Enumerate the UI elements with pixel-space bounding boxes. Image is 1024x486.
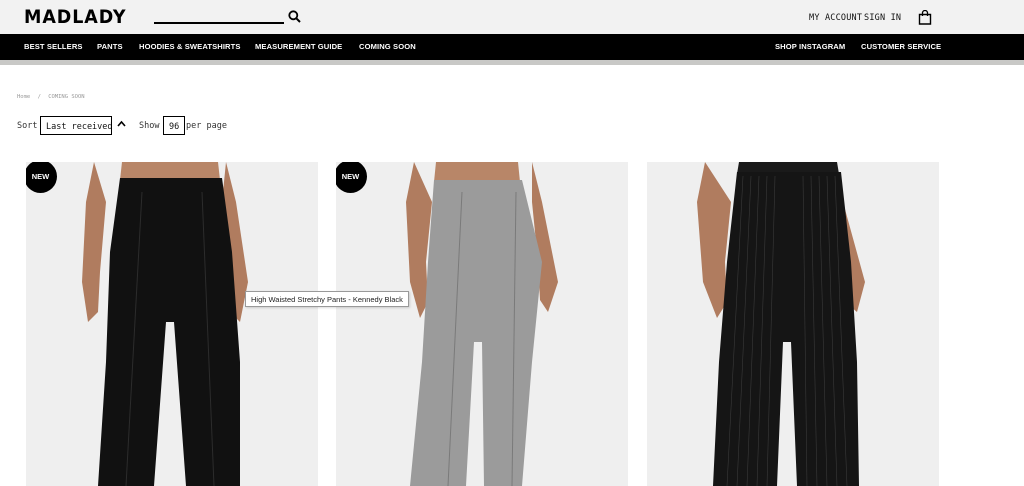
show-label: Show [139, 121, 160, 131]
nav-item-coming-soon[interactable]: COMING SOON [359, 42, 416, 51]
breadcrumb-current: COMING SOON [48, 94, 85, 100]
per-page-label: per page [186, 121, 227, 131]
nav-item-measurement-guide[interactable]: MEASUREMENT GUIDE [255, 42, 342, 51]
product-card[interactable] [647, 162, 939, 486]
sort-label: Sort [17, 121, 38, 131]
search-icon[interactable] [288, 10, 301, 23]
product-image-grey-pants[interactable] [336, 162, 628, 486]
product-card[interactable]: NEW [26, 162, 318, 486]
nav-item-customer-service[interactable]: CUSTOMER SERVICE [861, 42, 941, 51]
brand-logo[interactable]: MADLADY [24, 6, 126, 28]
nav-item-pants[interactable]: PANTS [97, 42, 123, 51]
breadcrumb-separator: / [37, 94, 41, 100]
search-input[interactable] [154, 22, 284, 24]
sign-in-link[interactable]: SIGN IN [864, 13, 901, 23]
product-image-pinstripe-pants[interactable] [647, 162, 939, 486]
main-nav: BEST SELLERS PANTS HOODIES & SWEATSHIRTS… [0, 34, 1024, 60]
sort-direction-icon[interactable] [117, 120, 126, 127]
breadcrumb: Home / COMING SOON [17, 94, 89, 100]
sort-select[interactable]: Last received [40, 116, 112, 135]
nav-item-best-sellers[interactable]: BEST SELLERS [24, 42, 83, 51]
product-image-black-pants[interactable] [26, 162, 318, 486]
shopping-bag-icon[interactable] [918, 10, 932, 25]
nav-item-shop-instagram[interactable]: SHOP INSTAGRAM [775, 42, 845, 51]
site-header: MADLADY MY ACCOUNT SIGN IN [0, 0, 1024, 34]
my-account-link[interactable]: MY ACCOUNT [809, 13, 862, 23]
product-name-tooltip: High Waisted Stretchy Pants - Kennedy Bl… [245, 291, 409, 307]
product-card[interactable]: NEW [336, 162, 628, 486]
nav-divider [0, 60, 1024, 65]
per-page-select[interactable]: 96 [163, 116, 185, 135]
nav-item-hoodies-sweatshirts[interactable]: HOODIES & SWEATSHIRTS [139, 42, 241, 51]
breadcrumb-home[interactable]: Home [17, 94, 30, 100]
